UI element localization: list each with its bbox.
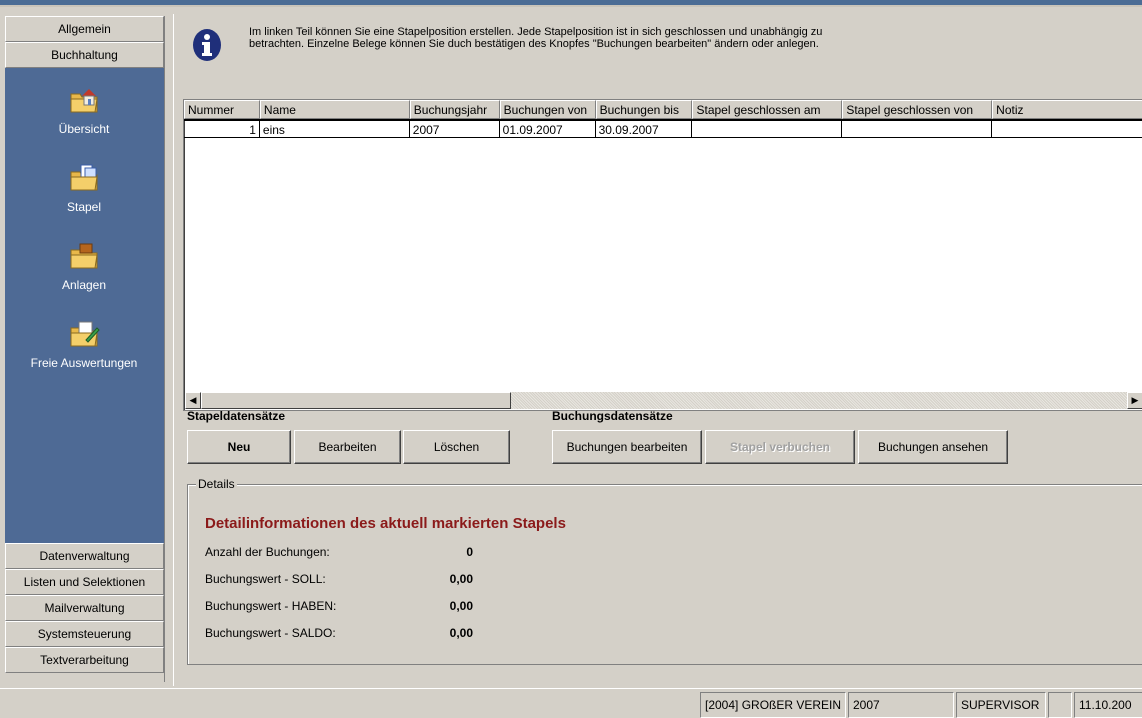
folder-home-icon bbox=[70, 89, 98, 113]
status-bar: [2004] GROßER VEREIN 2007 SUPERVISOR 11.… bbox=[0, 688, 1142, 718]
details-title: Detailinformationen des aktuell markiert… bbox=[205, 515, 566, 532]
folder-briefcase-icon bbox=[70, 243, 98, 269]
bearbeiten-button[interactable]: Bearbeiten bbox=[294, 430, 401, 464]
group-listen-und-selektionen[interactable]: Listen und Selektionen bbox=[5, 569, 164, 595]
nav-item-label: Übersicht bbox=[58, 122, 110, 136]
nav-item-label: Anlagen bbox=[61, 278, 107, 292]
detail-label-soll: Buchungswert - SOLL: bbox=[205, 572, 326, 586]
details-groupbox: Details Detailinformationen des aktuell … bbox=[187, 477, 1142, 665]
detail-value-anzahl: 0 bbox=[466, 545, 473, 559]
scroll-right-icon[interactable]: ▶ bbox=[1127, 392, 1142, 409]
group-buchhaltung[interactable]: Buchhaltung bbox=[5, 42, 164, 68]
horizontal-scrollbar[interactable]: ◀ ▶ bbox=[185, 392, 1142, 409]
info-text: Im linken Teil können Sie eine Stapelpos… bbox=[249, 26, 823, 50]
nav-item-label: Freie Auswertungen bbox=[30, 356, 138, 370]
group-allgemein[interactable]: Allgemein bbox=[5, 16, 164, 42]
column-header-notiz[interactable]: Notiz bbox=[992, 100, 1142, 119]
column-header-stapel-geschlossen-von[interactable]: Stapel geschlossen von bbox=[842, 100, 993, 119]
nav-item-label: Stapel bbox=[66, 200, 102, 214]
table-cell bbox=[842, 121, 993, 138]
nav-item-uebersicht[interactable]: Übersicht bbox=[5, 84, 163, 136]
folder-docs-icon bbox=[70, 164, 98, 191]
detail-value-saldo: 0,00 bbox=[449, 626, 473, 640]
group-mailverwaltung[interactable]: Mailverwaltung bbox=[5, 595, 164, 621]
status-verein: [2004] GROßER VEREIN bbox=[700, 692, 846, 718]
table-cell: 30.09.2007 bbox=[595, 121, 693, 138]
navigation-bar: Allgemein Buchhaltung Übersicht Stapel A… bbox=[5, 16, 165, 682]
section-label-stapel: Stapeldatensätze bbox=[187, 409, 286, 423]
group-datenverwaltung[interactable]: Datenverwaltung bbox=[5, 543, 164, 569]
buchungen-ansehen-button[interactable]: Buchungen ansehen bbox=[858, 430, 1008, 464]
detail-value-soll: 0,00 bbox=[449, 572, 473, 586]
window-top-border bbox=[0, 0, 1142, 7]
table-cell: 1 bbox=[184, 121, 260, 138]
folder-edit-icon bbox=[70, 321, 100, 347]
status-jahr: 2007 bbox=[848, 692, 954, 718]
nav-item-anlagen[interactable]: Anlagen bbox=[5, 240, 163, 292]
nav-item-freie-auswertungen[interactable]: Freie Auswertungen bbox=[5, 318, 163, 370]
status-user: SUPERVISOR bbox=[956, 692, 1046, 718]
table-header: Nummer Name Buchungsjahr Buchungen von B… bbox=[184, 100, 1142, 119]
scrollbar-thumb[interactable] bbox=[201, 392, 511, 409]
detail-label-haben: Buchungswert - HABEN: bbox=[205, 599, 337, 613]
section-label-buchung: Buchungsdatensätze bbox=[552, 409, 673, 423]
main-panel: Im linken Teil können Sie eine Stapelpos… bbox=[173, 14, 1142, 686]
buchhaltung-pane: Übersicht Stapel Anlagen Freie Auswertun… bbox=[5, 68, 164, 543]
info-icon bbox=[193, 29, 221, 61]
column-header-buchungsjahr[interactable]: Buchungsjahr bbox=[409, 100, 500, 119]
detail-label-saldo: Buchungswert - SALDO: bbox=[205, 626, 336, 640]
scroll-left-icon[interactable]: ◀ bbox=[185, 392, 201, 409]
buchungen-bearbeiten-button[interactable]: Buchungen bearbeiten bbox=[552, 430, 702, 464]
loeschen-button[interactable]: Löschen bbox=[403, 430, 510, 464]
table-cell bbox=[692, 121, 843, 138]
table-cell bbox=[992, 121, 1142, 138]
table-cell: 2007 bbox=[409, 121, 500, 138]
status-empty bbox=[1048, 692, 1072, 718]
neu-button[interactable]: Neu bbox=[187, 430, 291, 464]
status-date: 11.10.200 bbox=[1074, 692, 1142, 718]
stapel-verbuchen-button: Stapel verbuchen bbox=[705, 430, 855, 464]
column-header-nummer[interactable]: Nummer bbox=[184, 100, 260, 119]
table-row[interactable]: 1 eins 2007 01.09.2007 30.09.2007 bbox=[184, 119, 1142, 138]
column-header-stapel-geschlossen-am[interactable]: Stapel geschlossen am bbox=[692, 100, 843, 119]
group-systemsteuerung[interactable]: Systemsteuerung bbox=[5, 621, 164, 647]
detail-value-haben: 0,00 bbox=[449, 599, 473, 613]
column-header-buchungen-von[interactable]: Buchungen von bbox=[499, 100, 596, 119]
column-header-buchungen-bis[interactable]: Buchungen bis bbox=[595, 100, 693, 119]
stapel-table[interactable]: Nummer Name Buchungsjahr Buchungen von B… bbox=[183, 99, 1142, 411]
table-cell: 01.09.2007 bbox=[499, 121, 596, 138]
details-legend: Details bbox=[196, 477, 237, 491]
column-header-name[interactable]: Name bbox=[259, 100, 410, 119]
group-textverarbeitung[interactable]: Textverarbeitung bbox=[5, 647, 164, 673]
nav-item-stapel[interactable]: Stapel bbox=[5, 162, 163, 214]
detail-label-anzahl: Anzahl der Buchungen: bbox=[205, 545, 330, 559]
table-cell: eins bbox=[259, 121, 410, 138]
